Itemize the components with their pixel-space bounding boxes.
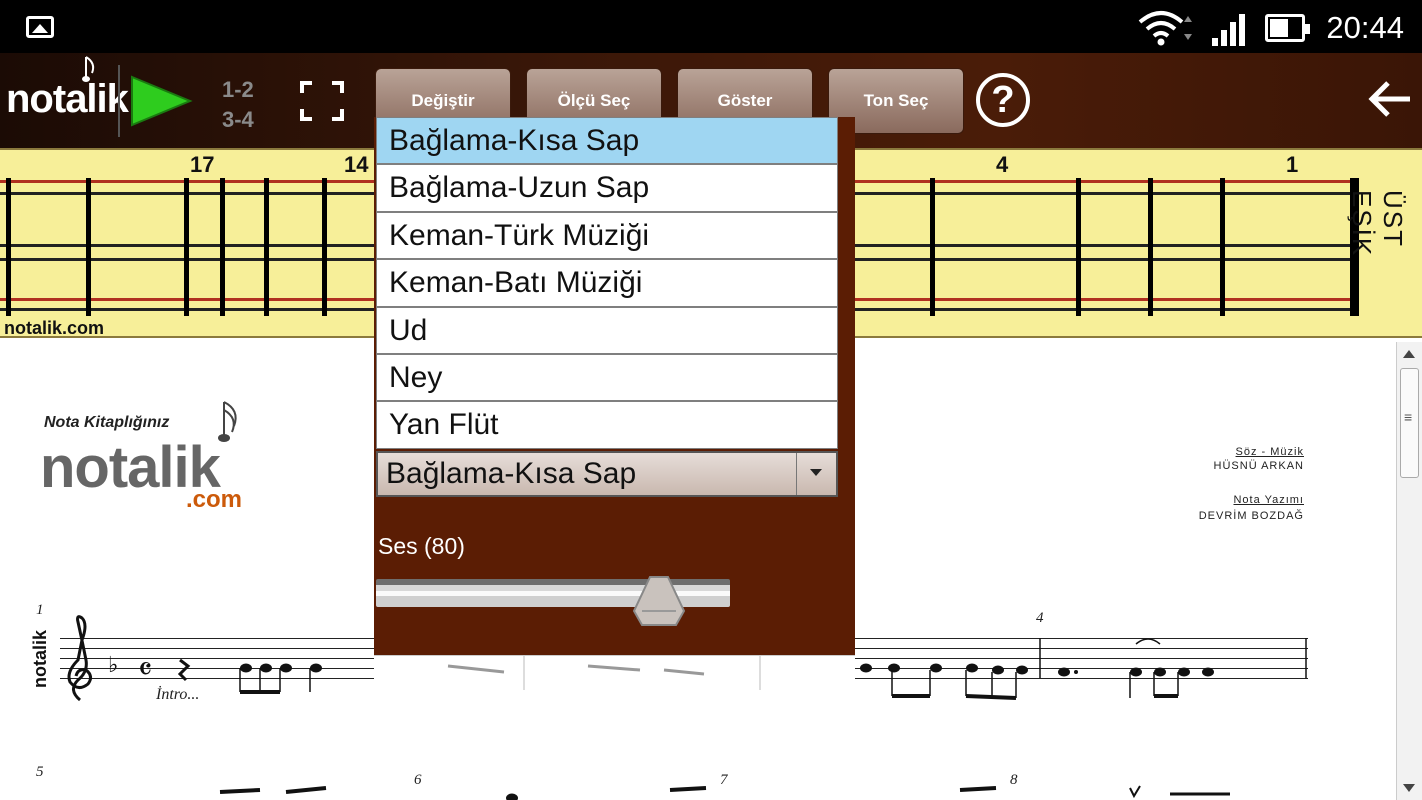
measure-range-top: 1-2: [222, 77, 254, 102]
app-root: 20:44 notalik 1-2 3-4 Değiştir Ölçü Seç …: [0, 0, 1422, 800]
fret-number: 17: [190, 152, 215, 177]
credit-notation: DEVRİM BOZDAĞ: [1198, 510, 1304, 522]
play-icon: [131, 75, 193, 127]
nut-label: ÜST EŞİK: [1347, 190, 1408, 258]
scroll-down-arrow-icon[interactable]: [1403, 784, 1415, 792]
panel-bottom-strip: [374, 655, 855, 690]
measure-number: 1: [36, 602, 44, 618]
instrument-option[interactable]: Bağlama-Kısa Sap: [376, 117, 838, 165]
instrument-option[interactable]: Yan Flüt: [376, 401, 838, 449]
scroll-thumb[interactable]: [1400, 368, 1419, 478]
clock: 20:44: [1326, 10, 1404, 45]
fret-bar: [6, 178, 11, 316]
scroll-up-arrow-icon[interactable]: [1403, 350, 1415, 358]
fret-number: 1: [1286, 152, 1299, 177]
fret-bar: [264, 178, 269, 316]
partial-notation: [447, 656, 761, 690]
credit-label: Söz - Müzik: [1235, 446, 1304, 458]
chevron-down-icon[interactable]: [796, 453, 836, 495]
fret-bar: [1148, 178, 1153, 316]
fret-bar: [930, 178, 935, 316]
instrument-select[interactable]: Bağlama-Kısa Sap: [376, 451, 838, 497]
fret-bar: [322, 178, 327, 316]
signal-icon: [1212, 14, 1245, 46]
credit-composer: HÜSNÜ ARKAN: [1213, 460, 1304, 472]
instrument-dropdown-list: Bağlama-Kısa Sap Bağlama-Uzun Sap Keman-…: [376, 117, 838, 449]
vertical-scrollbar[interactable]: [1396, 342, 1422, 800]
app-logo: notalik: [6, 77, 129, 121]
play-button[interactable]: [118, 65, 200, 137]
wifi-icon: [1138, 11, 1192, 46]
instrument-option[interactable]: Keman-Batı Müziği: [376, 259, 838, 307]
intro-label: İntro...: [156, 686, 200, 703]
fret-number: 4: [996, 152, 1009, 177]
credit-label: Nota Yazımı: [1233, 494, 1304, 506]
instrument-option[interactable]: Ney: [376, 353, 838, 402]
measure-range-bottom: 3-4: [222, 107, 254, 132]
svg-text:𝄴: 𝄴: [138, 650, 152, 688]
volume-label: Ses (80): [378, 533, 465, 559]
brand-tagline: Nota Kitaplığınız: [44, 414, 170, 431]
image-notification-icon: [26, 16, 54, 38]
fret-bar: [1076, 178, 1081, 316]
svg-text:♭: ♭: [108, 653, 118, 678]
fretboard-url: notalik.com: [4, 318, 105, 338]
instrument-select-value: Bağlama-Kısa Sap: [386, 457, 637, 490]
back-arrow-icon[interactable]: [1366, 79, 1414, 119]
brand-domain: .com: [186, 486, 243, 513]
battery-icon: [1265, 14, 1310, 42]
volume-slider-thumb[interactable]: [632, 575, 686, 627]
instrument-option[interactable]: Ud: [376, 306, 838, 354]
help-icon[interactable]: ?: [976, 73, 1030, 127]
brand-note-icon: [218, 401, 237, 442]
notation-staff-2: [219, 785, 1230, 800]
instrument-option[interactable]: Keman-Türk Müziği: [376, 211, 838, 260]
instrument-option[interactable]: Bağlama-Uzun Sap: [376, 164, 838, 212]
fret-bar: [220, 178, 225, 316]
fret-bar: [184, 178, 189, 316]
measure-range-button[interactable]: 1-2 3-4: [222, 75, 254, 135]
fullscreen-icon[interactable]: [300, 81, 344, 121]
fret-bar: [1220, 178, 1225, 316]
fret-bar: [86, 178, 91, 316]
fret-number: 14: [344, 152, 369, 177]
instrument-panel: Bağlama-Kısa Sap Bağlama-Uzun Sap Keman-…: [374, 117, 855, 690]
side-brand-label: notalik: [30, 630, 50, 689]
status-bar: 20:44: [0, 0, 1422, 53]
music-note-icon: [82, 56, 95, 82]
